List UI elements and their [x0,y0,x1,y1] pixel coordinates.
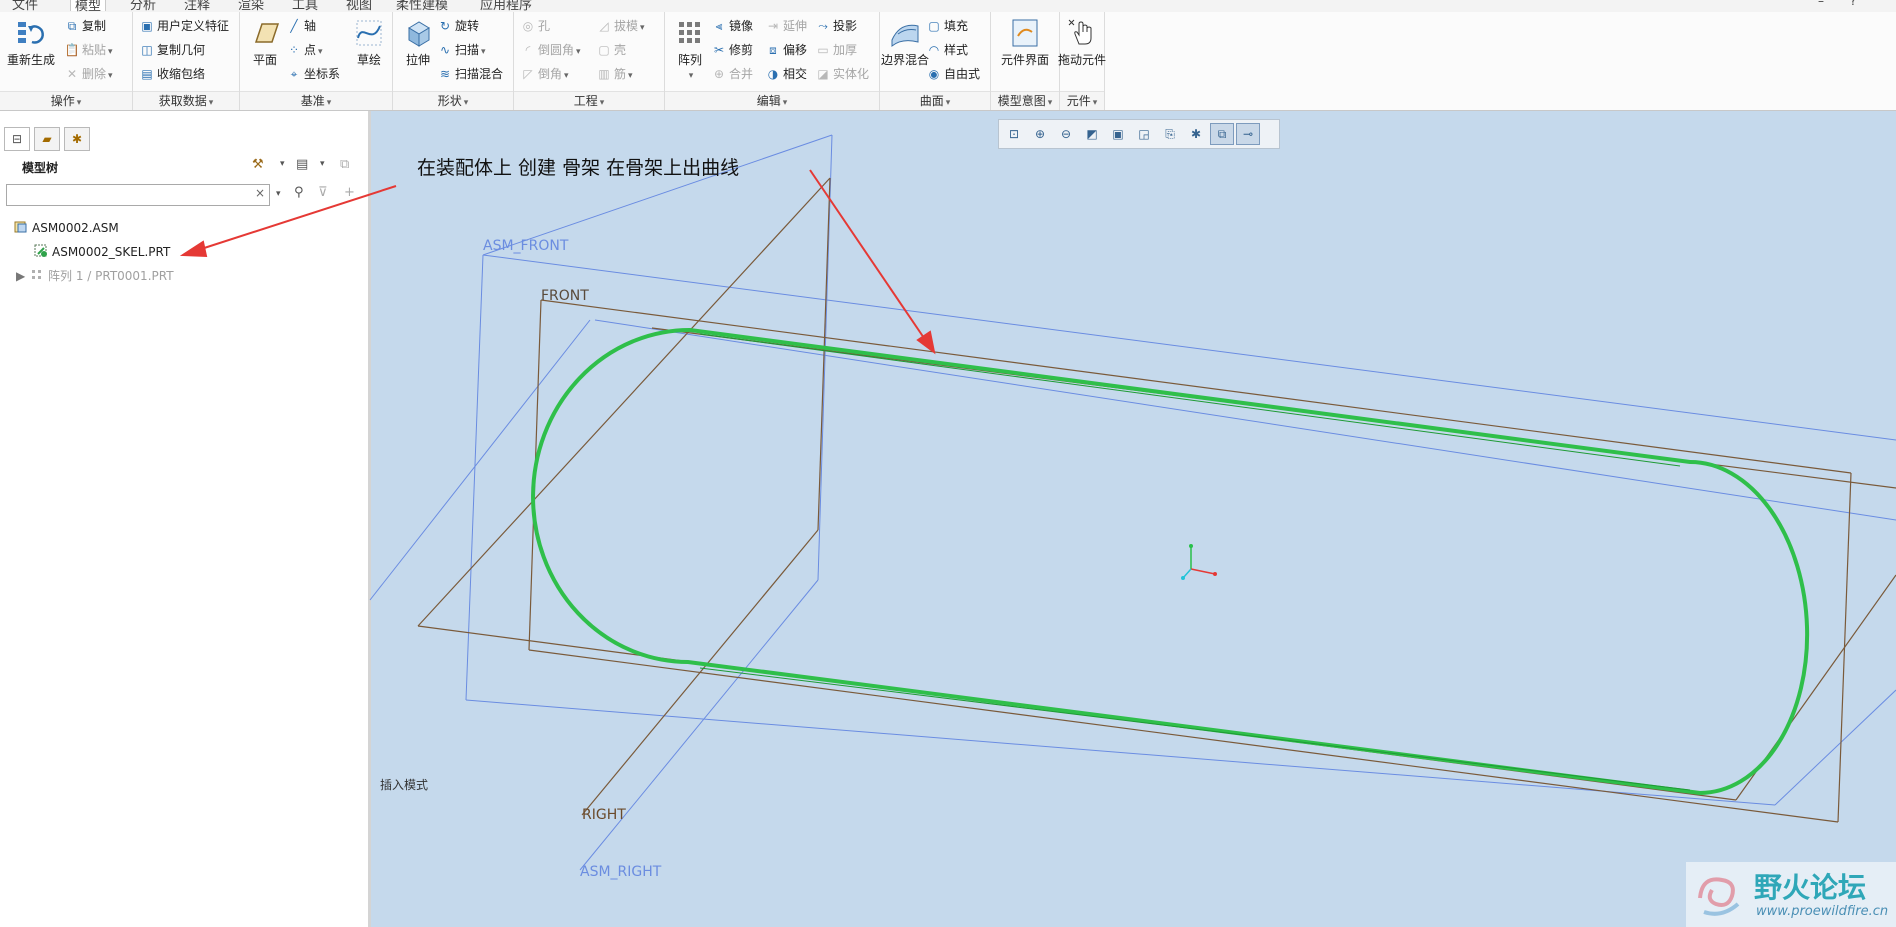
spin-center-icon[interactable]: ⧉ [1210,123,1234,145]
scene-overlay [179,134,1896,871]
asm-front-plane-edge [1774,689,1896,806]
arrow-head-icon [916,330,936,355]
refit-icon[interactable]: ⊡ [1002,123,1026,145]
annotation-arrows [179,169,936,355]
zoom-in-icon[interactable]: ⊕ [1028,123,1052,145]
asm-front-plane-edge [465,699,1776,806]
asm-front-plane-edge [482,254,1896,441]
asm-right-plane-edge [817,134,833,581]
repaint-icon[interactable]: ◩ [1080,123,1104,145]
arrow-to-skeleton [197,185,397,251]
skeleton-curve[interactable] [531,327,1810,796]
skeleton-curve-shadow [699,333,1691,791]
asm-right-label[interactable]: ASM_RIGHT [580,864,661,880]
annotation-text: 在装配体上 创建 骨架 在骨架上出曲线 [417,157,740,179]
right-plane-edge [417,177,831,627]
asm-top-plane-edge [594,319,1896,521]
zoom-out-icon[interactable]: ⊖ [1054,123,1078,145]
watermark-logo-icon [1698,877,1740,916]
display-style-icon[interactable]: ▣ [1106,123,1130,145]
view-manager-icon[interactable]: ⎘ [1158,123,1182,145]
right-plane-edge [817,177,831,531]
insert-mode-status: 插入模式 [380,778,429,792]
watermark-url: www.proewildfire.cn [1756,904,1889,919]
csys-triad-icon [1181,544,1217,580]
watermark: 野火论坛 www.proewildfire.cn [1686,862,1896,927]
saved-views-icon[interactable]: ◲ [1132,123,1156,145]
datum-display-icon[interactable]: ✱ [1184,123,1208,145]
asm-front-label[interactable]: ASM_FRONT [483,238,568,254]
watermark-title: 野火论坛 [1754,871,1867,904]
front-plane-edge [540,299,1852,474]
front-label[interactable]: FRONT [541,288,589,304]
view-toolbar: ⊡ ⊕ ⊖ ◩ ▣ ◲ ⎘ ✱ ⧉ ⊸ [998,119,1280,149]
arrow-head-icon [179,240,208,258]
right-label[interactable]: RIGHT [582,807,626,823]
front-plane-edge [528,649,1839,823]
annotation-display-icon[interactable]: ⊸ [1236,123,1260,145]
